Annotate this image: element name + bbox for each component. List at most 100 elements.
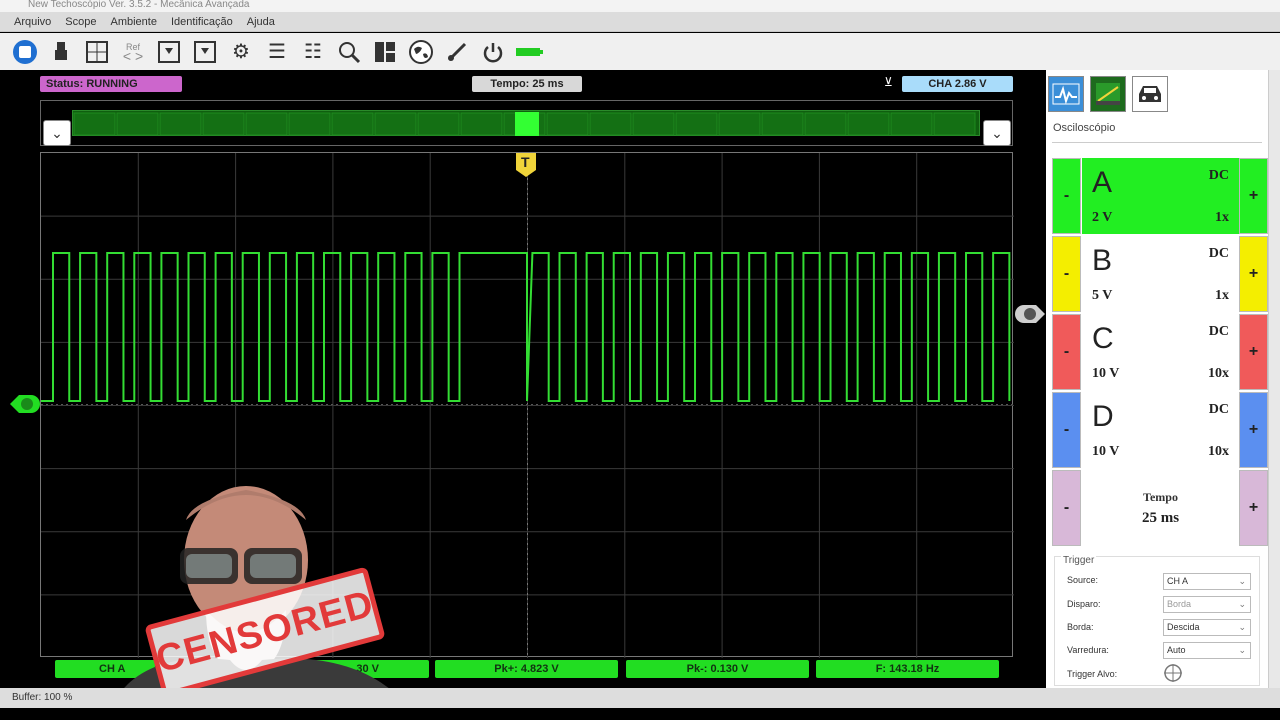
trigger-level-marker[interactable] [1014,303,1046,330]
ref-icon[interactable]: Ref < > [118,37,148,67]
overview-segment [159,112,202,136]
trigger-disparo-select[interactable]: Borda ⌄ [1163,596,1251,613]
chevron-down-icon[interactable]: ⌄ [983,120,1011,146]
layout-icon[interactable] [370,37,400,67]
trigger-borda-select[interactable]: Descida ⌄ [1163,619,1251,636]
trigger-source-select[interactable]: CH A ⌄ [1163,573,1251,590]
chevron-down-icon: ⌄ [1238,599,1246,609]
overview-segment [890,112,933,136]
overview-segment [116,112,159,136]
channel-d-coupling: DC [1208,402,1229,417]
channel-c-card: - C DC 10 V 10x + [1052,314,1268,390]
trigger-source-value: CH A [1167,576,1189,586]
cha-level-indicator: CHA 2.86 V [902,76,1013,92]
channel-c-minus-button[interactable]: - [1052,314,1081,390]
globe-icon[interactable] [406,37,436,67]
channel-b-minus-button[interactable]: - [1052,236,1081,312]
panel-scrollbar[interactable] [1268,70,1280,688]
channel-a-plus-button[interactable]: + [1239,158,1268,234]
measurement-pk-minus: Pk-: 0.130 V [626,660,809,678]
overview-segment [761,112,804,136]
channel-a-minus-button[interactable]: - [1052,158,1081,234]
tempo-card: - Tempo 25 ms + [1052,470,1268,546]
trigger-marker[interactable]: T [515,152,537,178]
grid-icon[interactable] [82,37,112,67]
channel-b-plus-button[interactable]: + [1239,236,1268,312]
trigger-disparo-value: Borda [1167,599,1192,609]
overview-segment [933,112,976,136]
overview-segment [73,112,116,136]
tempo-label: Tempo [1143,490,1178,504]
channel-d-plus-button[interactable]: + [1239,392,1268,468]
trigger-title: Trigger [1061,555,1097,566]
sliders-icon[interactable]: ☰ [262,37,292,67]
toolbar: Ref < > ⚙ ☰ ☷ [0,33,1280,70]
trigger-alvo-label: Trigger Alvo: [1067,669,1118,679]
gear-icon[interactable]: ⚙ [226,37,256,67]
stop-icon[interactable] [10,37,40,67]
overview-segment [632,112,675,136]
tempo-indicator: Tempo: 25 ms [472,76,582,92]
channel-c-volts: 10 V [1092,366,1120,381]
menu-ajuda[interactable]: Ajuda [247,16,275,28]
tempo-plus-button[interactable]: + [1239,470,1268,546]
app-title: New Techoscópio Ver. 3.5.2 - Mecânica Av… [28,0,250,10]
trigger-source-label: Source: [1067,575,1099,585]
channel-a-coupling: DC [1208,168,1229,183]
menu-identificacao[interactable]: Identificação [171,16,233,28]
menu-arquivo[interactable]: Arquivo [14,16,51,28]
buffer-status: Buffer: 100 % [12,692,73,703]
channel-c-mult: 10x [1208,366,1229,381]
channel-c-coupling: DC [1208,324,1229,339]
probe-icon[interactable] [442,37,472,67]
overview-segment [417,112,460,136]
tempo-minus-button[interactable]: - [1052,470,1081,546]
save-icon[interactable] [154,37,184,67]
overview-segment [288,112,331,136]
usb-icon[interactable] [46,37,76,67]
chevron-down-icon[interactable]: ⌄ [43,120,71,146]
trigger-varredura-value: Auto [1167,645,1186,655]
overview-window[interactable] [515,112,539,136]
sliders-alt-icon[interactable]: ☷ [298,37,328,67]
channel-a-offset-marker[interactable] [9,393,41,420]
channel-c-plus-button[interactable]: + [1239,314,1268,390]
channel-c-settings[interactable]: C DC 10 V 10x [1082,314,1239,390]
oscilloscope-tab-icon[interactable] [1048,76,1084,112]
tempo-value: 25 ms [1141,510,1180,526]
menu-ambiente[interactable]: Ambiente [111,16,157,28]
channel-a-volts: 2 V [1092,210,1113,225]
channel-b-settings[interactable]: B DC 5 V 1x [1082,236,1239,312]
channel-b-card: - B DC 5 V 1x + [1052,236,1268,312]
channel-d-minus-button[interactable]: - [1052,392,1081,468]
chevron-down-icon: ⌄ [1238,645,1246,655]
power-icon[interactable] [478,37,508,67]
battery-icon[interactable] [514,37,544,67]
channel-a-letter: A [1092,166,1113,199]
overview-segment [460,112,503,136]
channel-d-mult: 10x [1208,444,1229,459]
overview-segment [675,112,718,136]
measurement-frequency: F: 143.18 Hz [816,660,999,678]
menu-scope[interactable]: Scope [65,16,96,28]
car-tab-icon[interactable] [1132,76,1168,112]
tempo-settings[interactable]: Tempo 25 ms [1082,470,1239,546]
overview-segment [804,112,847,136]
buffer-overview[interactable] [72,110,980,136]
trigger-varredura-select[interactable]: Auto ⌄ [1163,642,1251,659]
crosshair-icon[interactable] [1163,663,1183,688]
control-panel: Osciloscópio - A DC 2 V 1x + - B DC 5 V … [1046,70,1268,688]
overview-segment [847,112,890,136]
zoom-icon[interactable] [334,37,364,67]
channel-d-letter: D [1092,400,1114,433]
channel-d-settings[interactable]: D DC 10 V 10x [1082,392,1239,468]
overview-segment [718,112,761,136]
overview-segment [245,112,288,136]
measurement-pk-plus: Pk+: 4.823 V [435,660,618,678]
channel-b-letter: B [1092,244,1113,277]
meter-tab-icon[interactable] [1090,76,1126,112]
load-icon[interactable] [190,37,220,67]
trigger-level-icon: ⊻ [884,75,893,89]
channel-a-settings[interactable]: A DC 2 V 1x [1082,158,1239,234]
panel-tabs [1046,70,1268,112]
